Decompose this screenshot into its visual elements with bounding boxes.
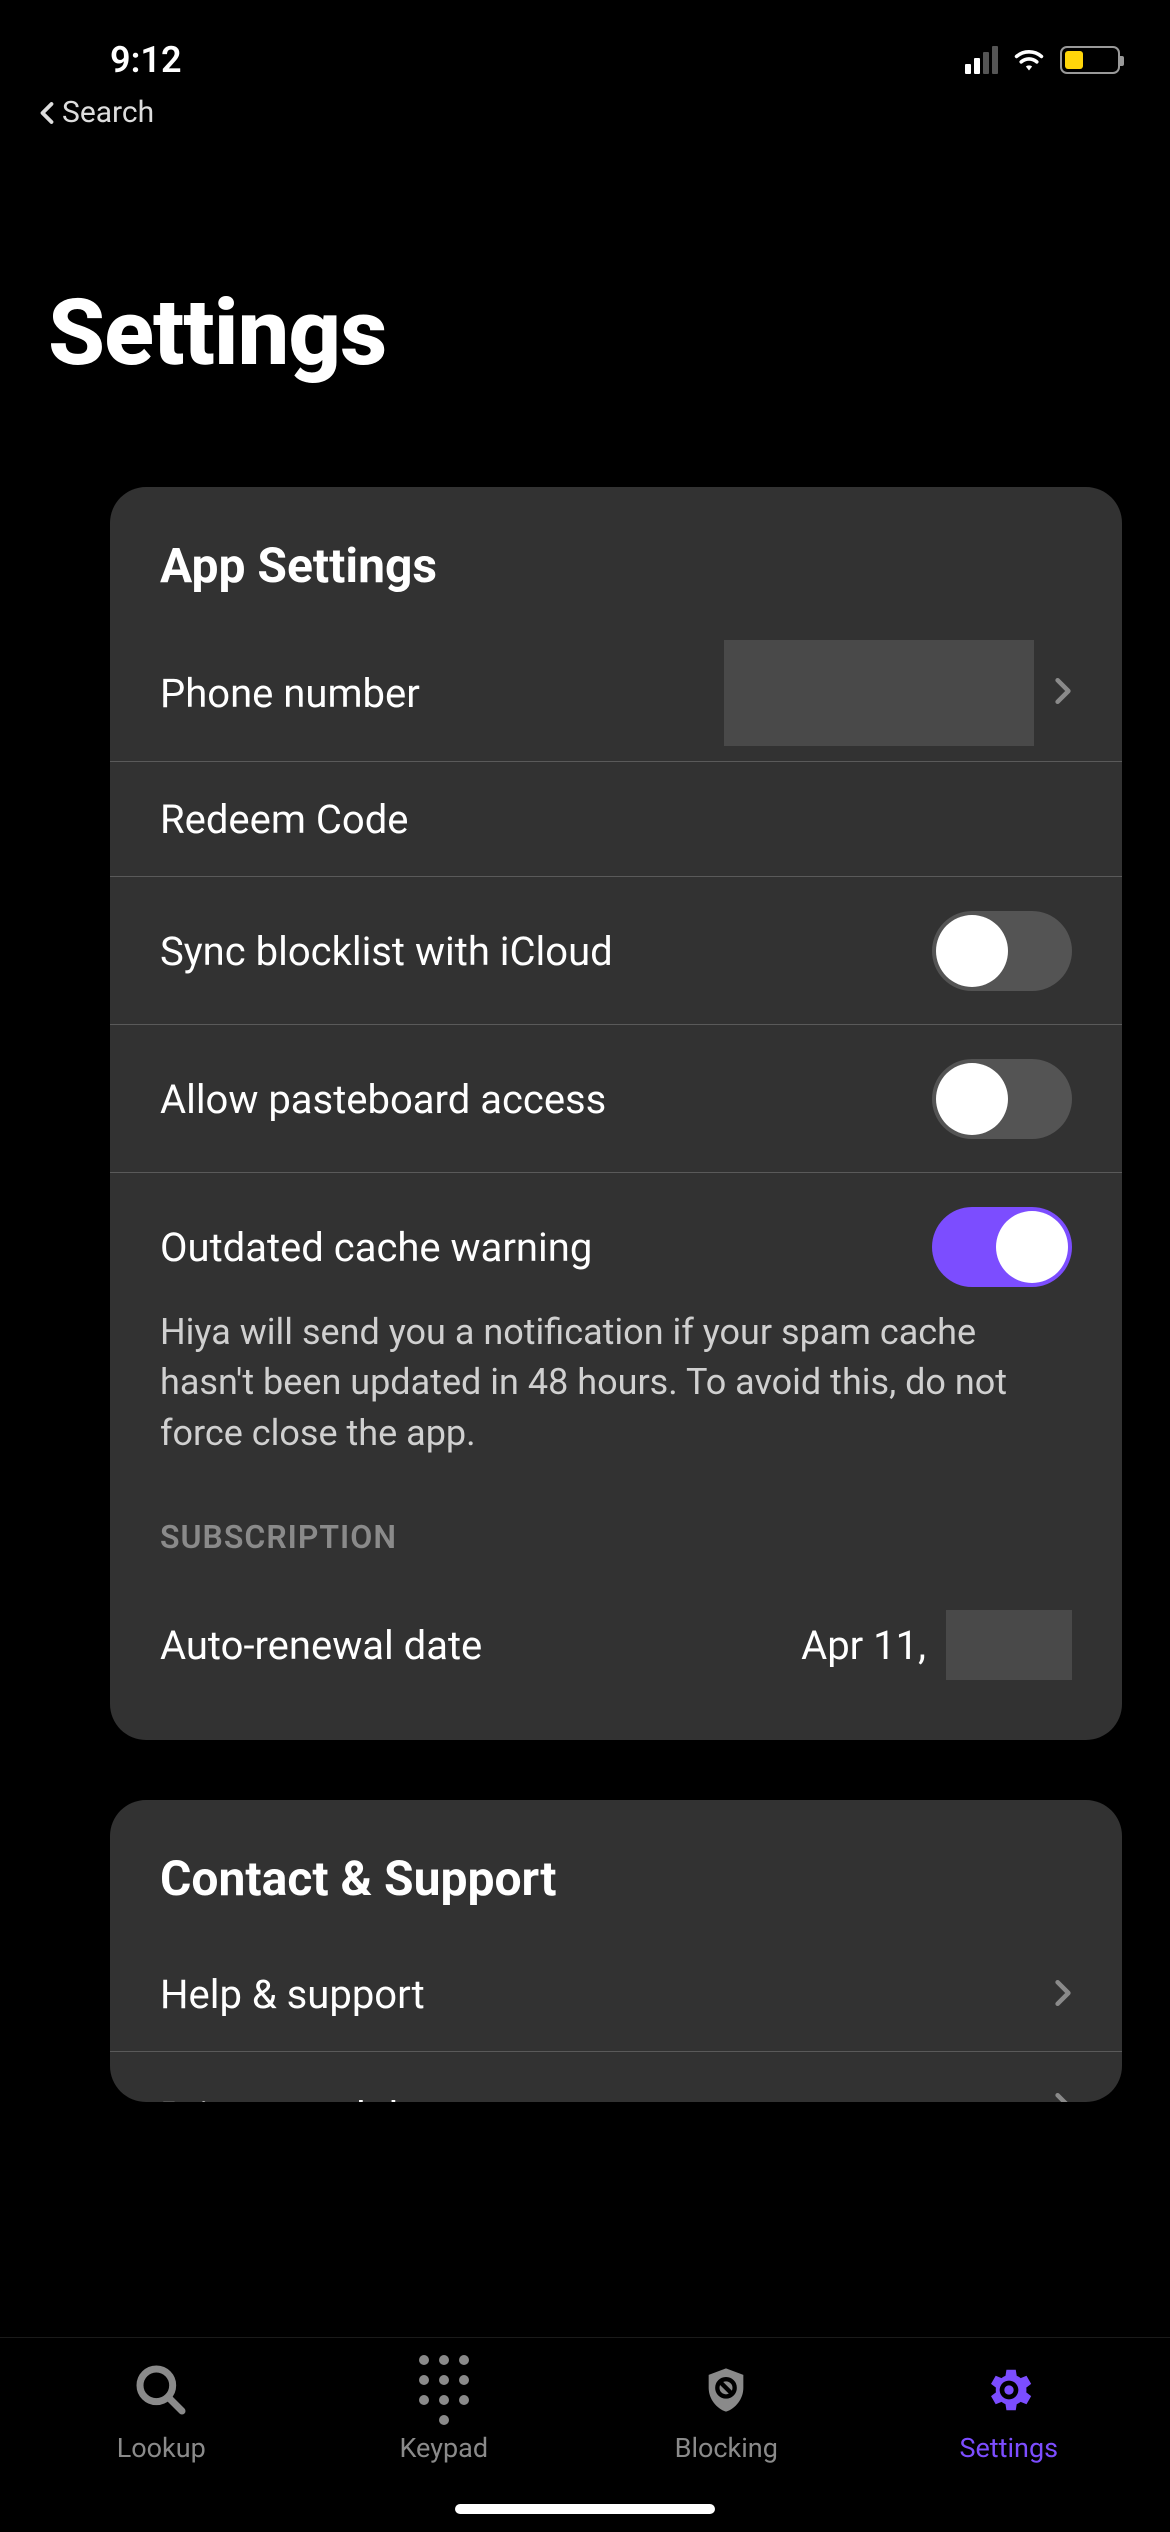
tab-settings[interactable]: Settings bbox=[909, 2360, 1109, 2464]
cache-warning-label: Outdated cache warning bbox=[160, 1224, 592, 1271]
sync-blocklist-label: Sync blocklist with iCloud bbox=[160, 928, 613, 975]
status-icons bbox=[965, 44, 1120, 76]
pasteboard-label: Allow pasteboard access bbox=[160, 1076, 606, 1123]
tab-blocking[interactable]: Blocking bbox=[626, 2360, 826, 2464]
tab-lookup-label: Lookup bbox=[117, 2432, 206, 2464]
contact-support-card: Contact & Support Help & support Privacy… bbox=[110, 1800, 1122, 2102]
phone-number-row[interactable]: Phone number bbox=[110, 624, 1122, 762]
auto-renewal-row: Auto-renewal date Apr 11, bbox=[110, 1576, 1122, 1690]
pasteboard-toggle[interactable] bbox=[932, 1059, 1072, 1139]
tab-bar: Lookup Keypad Blocking bbox=[0, 2337, 1170, 2532]
tab-settings-label: Settings bbox=[959, 2432, 1058, 2464]
help-support-label: Help & support bbox=[160, 1971, 425, 2018]
redeem-code-row[interactable]: Redeem Code bbox=[110, 762, 1122, 877]
keypad-icon bbox=[414, 2360, 474, 2420]
back-label: Search bbox=[62, 95, 154, 130]
app-settings-card: App Settings Phone number Redeem Code Sy… bbox=[110, 487, 1122, 1740]
cache-warning-description: Hiya will send you a notification if you… bbox=[110, 1307, 1122, 1478]
cellular-signal-icon bbox=[965, 46, 998, 74]
sync-blocklist-row: Sync blocklist with iCloud bbox=[110, 877, 1122, 1025]
status-bar: 9:12 bbox=[0, 0, 1170, 90]
chevron-right-icon bbox=[1054, 1978, 1072, 2012]
phone-number-value-redacted bbox=[724, 640, 1034, 746]
tab-keypad[interactable]: Keypad bbox=[344, 2360, 544, 2464]
app-settings-title: App Settings bbox=[110, 537, 1122, 624]
gear-icon bbox=[979, 2360, 1039, 2420]
cache-warning-toggle[interactable] bbox=[932, 1207, 1072, 1287]
auto-renewal-value: Apr 11, bbox=[801, 1622, 926, 1669]
help-support-row[interactable]: Help & support bbox=[110, 1937, 1122, 2052]
shield-icon bbox=[696, 2360, 756, 2420]
tab-lookup[interactable]: Lookup bbox=[61, 2360, 261, 2464]
redeem-code-label: Redeem Code bbox=[160, 796, 408, 843]
tab-keypad-label: Keypad bbox=[399, 2432, 488, 2464]
cache-warning-row: Outdated cache warning bbox=[110, 1173, 1122, 1307]
pasteboard-row: Allow pasteboard access bbox=[110, 1025, 1122, 1173]
back-to-search-button[interactable]: Search bbox=[0, 90, 1170, 130]
status-time: 9:12 bbox=[110, 39, 182, 81]
auto-renewal-year-redacted bbox=[946, 1610, 1072, 1680]
wifi-icon bbox=[1010, 44, 1048, 76]
battery-icon bbox=[1060, 46, 1120, 74]
tab-blocking-label: Blocking bbox=[675, 2432, 778, 2464]
sync-blocklist-toggle[interactable] bbox=[932, 911, 1072, 991]
page-title: Settings bbox=[0, 130, 1170, 387]
privacy-data-label: Privacy and data bbox=[160, 2093, 455, 2102]
chevron-right-icon bbox=[1054, 676, 1072, 710]
contact-support-title: Contact & Support bbox=[110, 1850, 1122, 1937]
chevron-right-icon bbox=[1054, 2091, 1072, 2102]
search-icon bbox=[131, 2360, 191, 2420]
privacy-data-row[interactable]: Privacy and data bbox=[110, 2052, 1122, 2102]
phone-number-label: Phone number bbox=[160, 670, 420, 717]
auto-renewal-label: Auto-renewal date bbox=[160, 1622, 482, 1669]
home-indicator[interactable] bbox=[455, 2504, 715, 2514]
subscription-header: SUBSCRIPTION bbox=[110, 1478, 1122, 1576]
